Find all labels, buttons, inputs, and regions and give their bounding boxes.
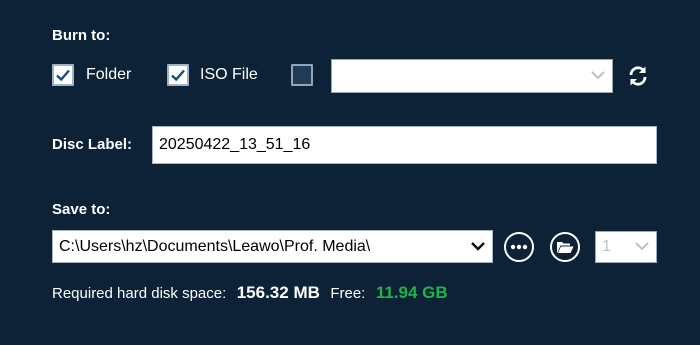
open-folder-button[interactable] <box>550 232 580 262</box>
required-space-label: Required hard disk space: <box>52 285 227 302</box>
save-path-select[interactable]: C:\Users\hz\Documents\Leawo\Prof. Media\ <box>52 230 493 263</box>
ellipsis-icon <box>510 244 528 250</box>
disc-checkbox[interactable] <box>291 64 313 86</box>
browse-more-button[interactable] <box>504 232 534 262</box>
folder-open-icon <box>557 242 574 253</box>
folder-checkbox[interactable] <box>52 64 74 86</box>
checkmark-icon <box>171 69 185 82</box>
burn-to-label: Burn to: <box>52 27 111 44</box>
iso-file-checkbox-label[interactable]: ISO File <box>200 66 258 84</box>
disc-label-label: Disc Label: <box>52 136 133 153</box>
checkmark-icon <box>56 69 70 82</box>
disc-label-input[interactable]: 20250422_13_51_16 <box>152 126 657 164</box>
free-space-value: 11.94 GB <box>375 283 448 302</box>
copies-select[interactable]: 1 <box>595 231 657 263</box>
free-space-label: Free: <box>330 285 366 302</box>
folder-checkbox-label[interactable]: Folder <box>86 66 131 84</box>
disc-drive-select[interactable] <box>331 59 613 93</box>
iso-file-checkbox[interactable] <box>167 64 189 86</box>
save-to-label: Save to: <box>52 201 111 218</box>
chevron-down-icon <box>470 238 486 256</box>
chevron-down-icon <box>590 67 606 85</box>
chevron-down-icon <box>634 238 650 256</box>
save-path-value: C:\Users\hz\Documents\Leawo\Prof. Media\ <box>59 238 371 255</box>
copies-select-value: 1 <box>602 238 611 255</box>
required-space-value: 156.32 MB <box>236 283 320 302</box>
disk-space-info: Required hard disk space: 156.32 MB Free… <box>52 283 448 303</box>
refresh-icon[interactable] <box>626 64 650 88</box>
